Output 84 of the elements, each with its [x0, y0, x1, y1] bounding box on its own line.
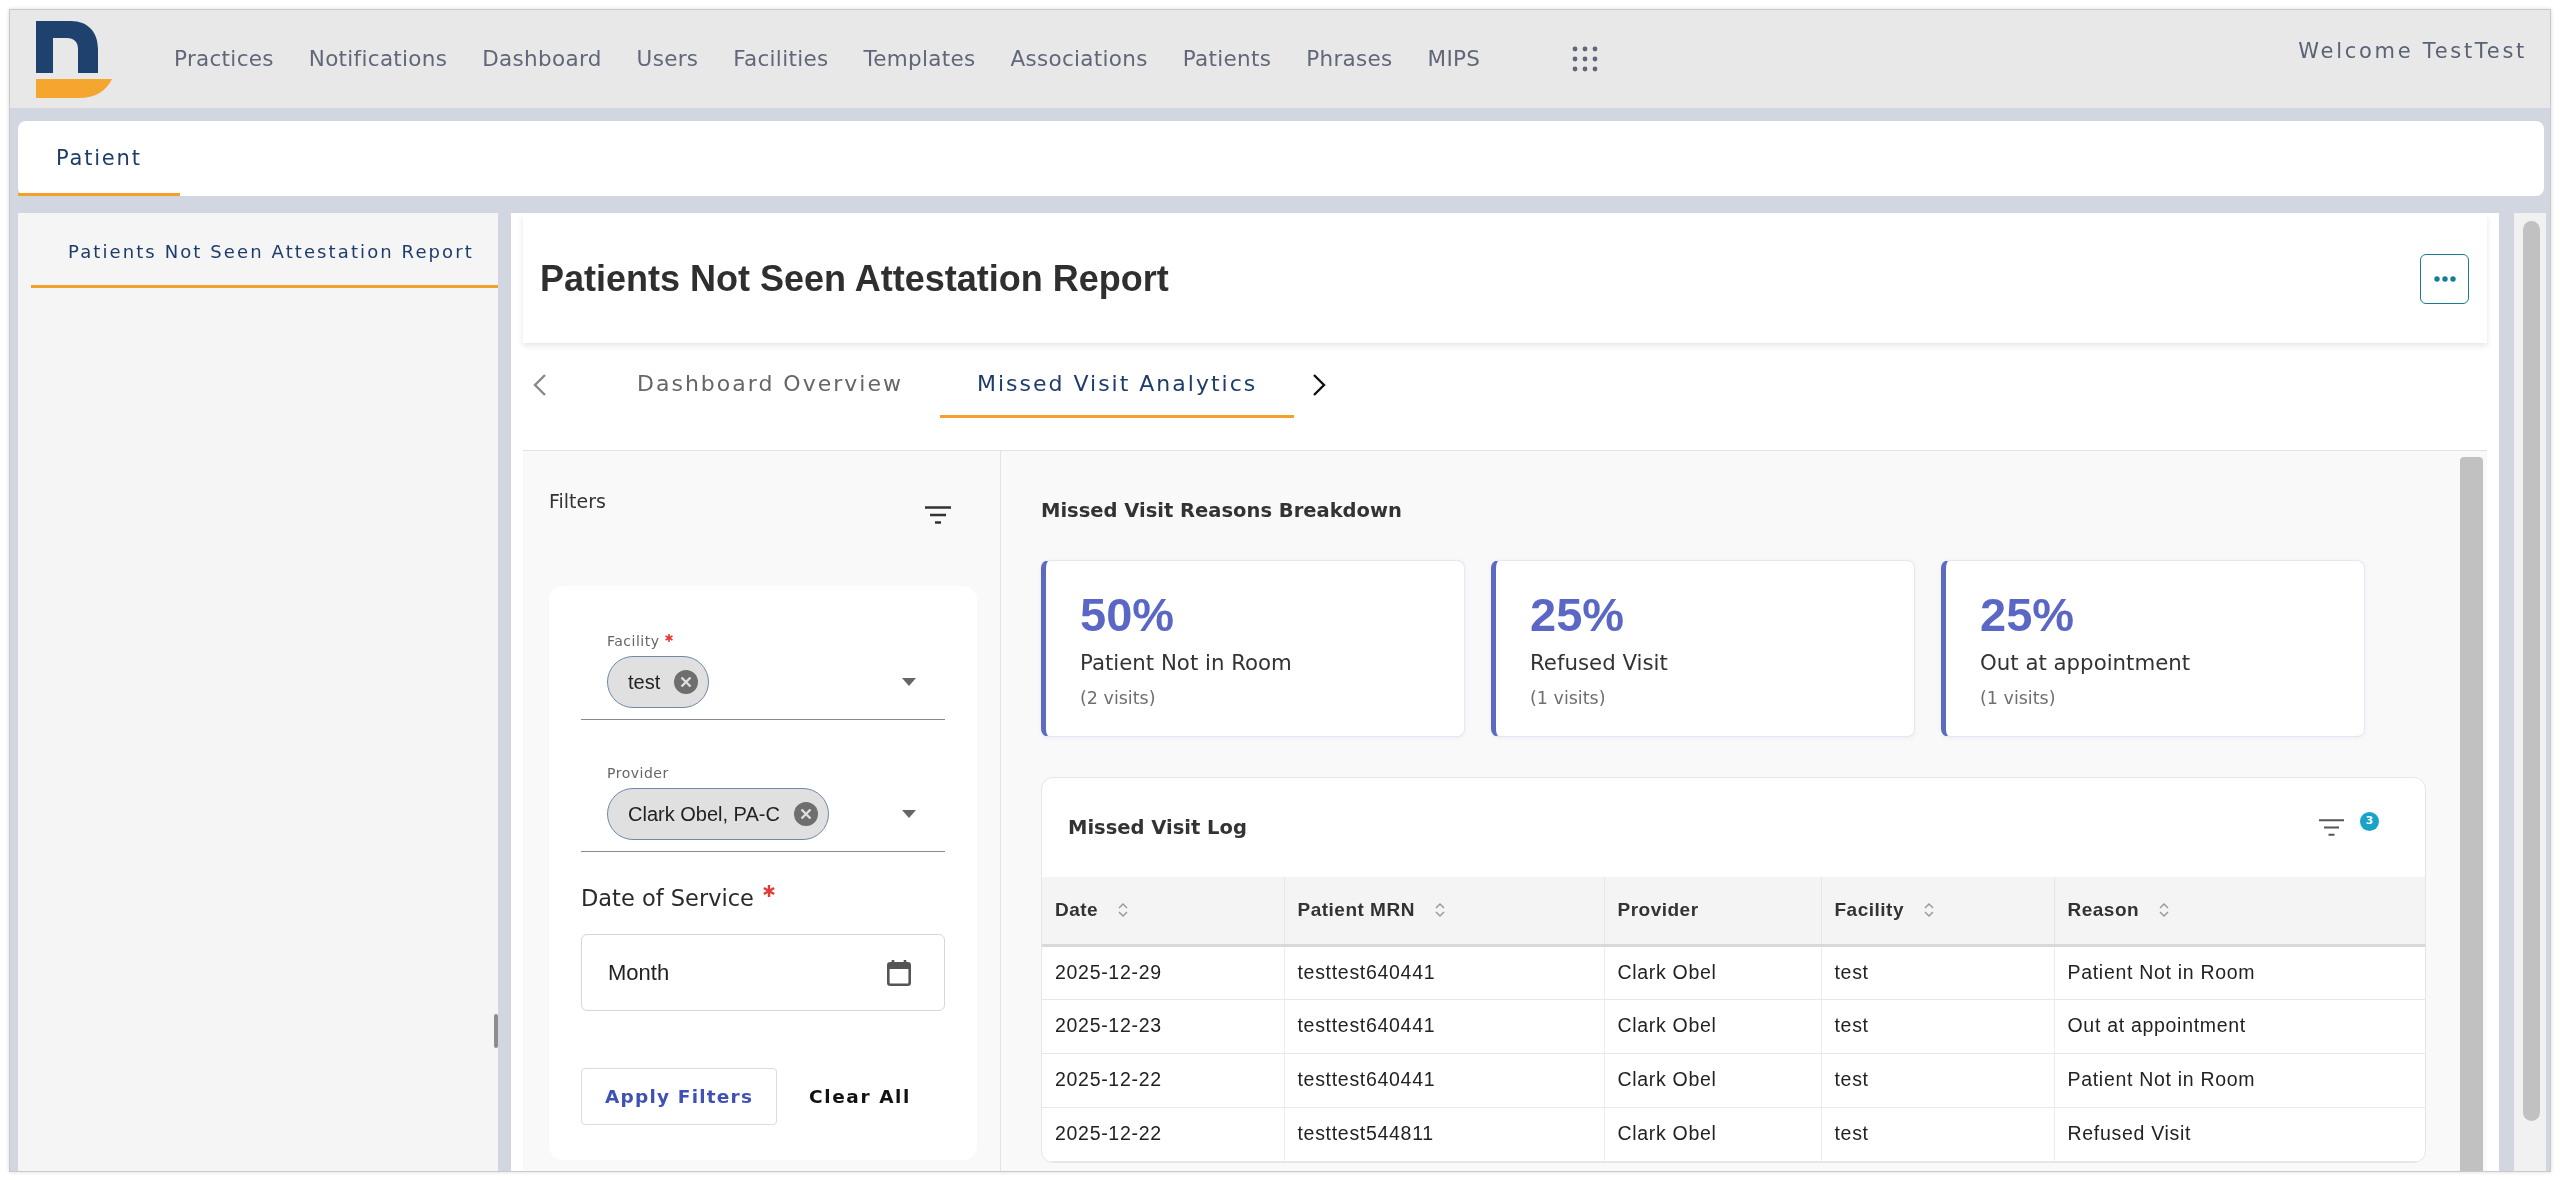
- field-label: Facility: [607, 632, 660, 650]
- table-cell: testtest640441: [1284, 945, 1604, 999]
- resize-handle[interactable]: [494, 1014, 498, 1048]
- sidebar-item[interactable]: Patients Not Seen Attestation Report: [31, 213, 498, 288]
- nav-link[interactable]: Practices: [174, 42, 274, 76]
- table-cell: Clark Obel: [1604, 945, 1821, 999]
- chevron-left-icon: [533, 372, 547, 397]
- select-field[interactable]: test: [581, 656, 945, 720]
- apps-grid-icon[interactable]: [1572, 46, 1599, 72]
- chevron-right-icon: [1312, 372, 1327, 397]
- table-cell: Out at appointment: [2054, 999, 2425, 1053]
- column-header[interactable]: Date: [1042, 877, 1284, 945]
- table-cell: test: [1821, 1107, 2054, 1161]
- column-header: Provider: [1604, 877, 1821, 945]
- table-cell: Clark Obel: [1604, 1053, 1821, 1107]
- calendar-icon[interactable]: [887, 959, 911, 986]
- nav-link[interactable]: MIPS: [1427, 42, 1481, 76]
- more-options-button[interactable]: [2420, 253, 2469, 304]
- sort-icon[interactable]: [1924, 902, 1934, 918]
- table-cell: Clark Obel: [1604, 1107, 1821, 1161]
- clear-all-button[interactable]: Clear All: [809, 1082, 911, 1111]
- nav-link[interactable]: Dashboard: [482, 42, 602, 76]
- welcome-text: Welcome TestTest: [2298, 38, 2527, 66]
- table-cell: test: [1821, 1053, 2054, 1107]
- stat-count: (1 visits): [1530, 687, 1607, 709]
- column-header[interactable]: Reason: [2054, 877, 2425, 945]
- scrollbar-thumb[interactable]: [2523, 221, 2540, 1121]
- selection-chip[interactable]: test: [607, 656, 710, 708]
- stat-count: (2 visits): [1080, 687, 1157, 709]
- nav-link[interactable]: Templates: [863, 42, 976, 76]
- stat-percent: 25%: [1530, 592, 1626, 638]
- nav-link[interactable]: Facilities: [733, 42, 829, 76]
- filters-title: Filters: [549, 489, 606, 514]
- stat-percent: 50%: [1080, 592, 1176, 638]
- caret-down-icon: [902, 678, 916, 686]
- column-header[interactable]: Patient MRN: [1284, 877, 1604, 945]
- nav-link[interactable]: Users: [636, 42, 699, 76]
- filter-icon[interactable]: [925, 506, 951, 524]
- sort-icon[interactable]: [1434, 902, 1445, 918]
- nav-link[interactable]: Patients: [1182, 42, 1272, 76]
- table-cell: Refused Visit: [2054, 1107, 2425, 1161]
- nav-link[interactable]: Phrases: [1306, 42, 1393, 76]
- card-title: Missed Visit Log: [1068, 815, 1247, 840]
- field-label: Provider: [607, 764, 669, 782]
- page-tab[interactable]: Patient: [18, 121, 180, 196]
- nav-link[interactable]: Associations: [1010, 42, 1148, 76]
- filter-icon[interactable]: [2319, 819, 2344, 836]
- column-header[interactable]: Facility: [1821, 877, 2054, 945]
- table-cell: testtest544811: [1284, 1107, 1604, 1161]
- remove-icon[interactable]: [674, 670, 699, 694]
- stat-count: (1 visits): [1980, 687, 2057, 709]
- section-title: Missed Visit Reasons Breakdown: [1041, 498, 1403, 524]
- remove-icon[interactable]: [793, 802, 818, 826]
- table-cell: Clark Obel: [1604, 999, 1821, 1053]
- report-tab[interactable]: Dashboard Overview: [600, 351, 940, 418]
- stat-label: Patient Not in Room: [1080, 650, 1293, 676]
- stat-percent: 25%: [1980, 592, 2076, 638]
- caret-down-icon: [902, 810, 916, 818]
- table-cell: test: [1821, 945, 2054, 999]
- apply-filters-button[interactable]: Apply Filters: [581, 1068, 778, 1125]
- stat-label: Out at appointment: [1980, 650, 2192, 676]
- nav-link[interactable]: Notifications: [308, 42, 448, 76]
- field-label: Date of Service: [581, 884, 754, 912]
- sort-icon[interactable]: [1118, 902, 1129, 918]
- page-title: Patients Not Seen Attestation Report: [540, 256, 1169, 301]
- stat-label: Refused Visit: [1530, 650, 1669, 676]
- logo-icon[interactable]: [36, 20, 112, 98]
- report-tab[interactable]: Missed Visit Analytics: [939, 351, 1295, 418]
- table-cell: Patient Not in Room: [2054, 945, 2425, 999]
- count-badge: 3: [2360, 812, 2379, 831]
- table-cell: test: [1821, 999, 2054, 1053]
- table-cell: testtest640441: [1284, 999, 1604, 1053]
- ellipsis-icon: [2433, 275, 2456, 282]
- table-cell: 2025-12-29: [1042, 945, 1284, 999]
- scrollbar[interactable]: [2514, 213, 2546, 1171]
- table-cell: 2025-12-23: [1042, 999, 1284, 1053]
- table-cell: testtest640441: [1284, 1053, 1604, 1107]
- table-cell: 2025-12-22: [1042, 1053, 1284, 1107]
- table-cell: 2025-12-22: [1042, 1107, 1284, 1161]
- sort-icon[interactable]: [2159, 902, 2170, 918]
- date-field[interactable]: Month: [581, 934, 945, 1011]
- selection-chip[interactable]: Clark Obel, PA-C: [607, 788, 829, 840]
- table-cell: Patient Not in Room: [2054, 1053, 2425, 1107]
- select-field[interactable]: Clark Obel, PA-C: [581, 788, 945, 852]
